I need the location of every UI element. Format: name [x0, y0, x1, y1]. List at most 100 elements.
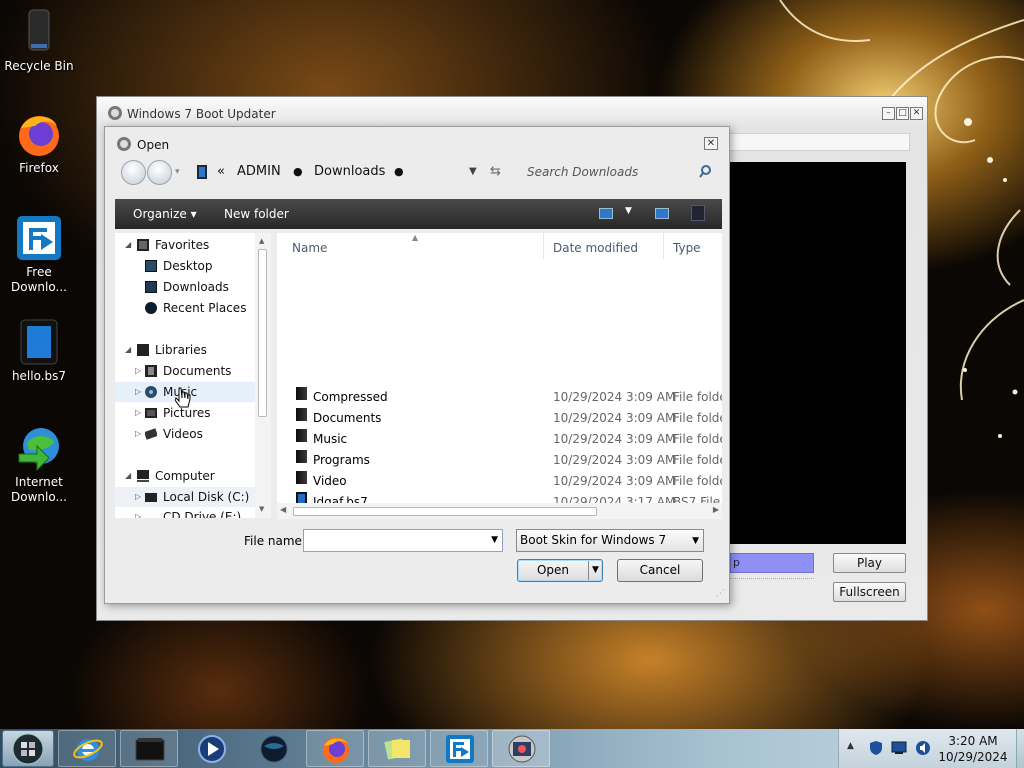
file-name-input[interactable]: ▼	[303, 529, 503, 552]
column-header-name[interactable]: Name	[292, 241, 327, 255]
view-dropdown-icon[interactable]: ▼	[625, 206, 632, 216]
seek-bar[interactable]: p	[730, 553, 814, 573]
navigation-pane[interactable]: ◢ Favorites Desktop Downloads Recent Plac…	[115, 233, 271, 518]
close-button[interactable]: ✕	[910, 107, 923, 120]
new-folder-button[interactable]: New folder	[224, 207, 289, 221]
open-dropdown-icon[interactable]: ▼	[592, 560, 599, 581]
file-row[interactable]: Music 10/29/2024 3:09 AM File folder	[277, 429, 722, 450]
nav-desktop[interactable]: Desktop	[145, 256, 213, 276]
nav-documents[interactable]: ▷ Documents	[135, 361, 231, 381]
file-row[interactable]: Programs 10/29/2024 3:09 AM File folder	[277, 450, 722, 471]
nav-music[interactable]: ▷Music	[115, 382, 271, 402]
show-hidden-icons-icon[interactable]: ▲	[847, 741, 854, 751]
column-header-type[interactable]: Type	[673, 241, 701, 255]
desktop-icon-free-download-manager[interactable]: Free Downlo...	[0, 214, 78, 295]
search-box[interactable]: Search Downloads	[519, 160, 719, 184]
scroll-down-icon[interactable]: ▼	[259, 505, 264, 513]
search-input[interactable]: Search Downloads	[527, 165, 638, 179]
preview-pane-icon[interactable]	[655, 208, 669, 219]
taskbar-firefox[interactable]	[306, 730, 364, 767]
breadcrumb-arrow-icon[interactable]: ●	[293, 165, 303, 178]
music-icon	[145, 384, 157, 398]
organize-button[interactable]: Organize ▾	[133, 207, 197, 221]
file-row[interactable]: Compressed 10/29/2024 3:09 AM File folde…	[277, 387, 722, 408]
pictures-icon	[145, 405, 157, 418]
desktop-icon-hello-bs7[interactable]: hello.bs7	[0, 318, 78, 384]
taskbar-boot-window[interactable]	[120, 730, 178, 767]
refresh-icon[interactable]: ⇆	[490, 164, 501, 179]
desktop-icon-label: Firefox	[19, 161, 59, 175]
breadcrumb-downloads[interactable]: Downloads	[314, 164, 385, 179]
recent-locations-chevron-icon[interactable]: ▾	[175, 167, 180, 177]
desktop-icon-internet-download-manager[interactable]: Internet Downlo...	[0, 424, 78, 505]
file-type-filter[interactable]: Boot Skin for Windows 7 ▼	[516, 529, 704, 552]
internet-download-manager-icon	[15, 424, 63, 472]
view-options-icon[interactable]	[599, 208, 613, 219]
downloads-folder-icon	[145, 281, 157, 293]
nav-downloads[interactable]: Downloads	[145, 277, 229, 297]
scroll-up-icon[interactable]: ▲	[259, 237, 264, 245]
column-header-date[interactable]: Date modified	[553, 241, 638, 255]
desktop-icon-firefox[interactable]: Firefox	[0, 110, 78, 176]
folder-icon	[296, 471, 307, 484]
desktop-icon-recycle-bin[interactable]: Recycle Bin	[0, 8, 78, 74]
scroll-right-icon[interactable]: ▶	[713, 505, 719, 514]
sticky-notes-icon	[384, 738, 410, 760]
file-name-dropdown-icon[interactable]: ▼	[491, 535, 498, 545]
volume-icon[interactable]	[915, 740, 931, 756]
scroll-left-icon[interactable]: ◀	[280, 505, 286, 514]
nav-scroll-thumb[interactable]	[258, 249, 267, 417]
fullscreen-button[interactable]: Fullscreen	[833, 582, 906, 602]
help-icon[interactable]	[691, 205, 705, 221]
play-button[interactable]: Play	[833, 553, 906, 573]
boot-updater-icon	[108, 106, 122, 120]
network-icon[interactable]	[891, 741, 907, 755]
nav-vertical-scrollbar[interactable]: ▲ ▼	[255, 233, 271, 518]
show-desktop-button[interactable]	[1016, 729, 1024, 768]
star-icon	[137, 237, 149, 251]
breadcrumb-arrow-icon[interactable]: ●	[394, 165, 404, 178]
nav-favorites[interactable]: ◢ Favorites	[125, 235, 209, 255]
taskbar-free-download-manager[interactable]	[430, 730, 488, 767]
maximize-button[interactable]: □	[896, 107, 909, 120]
nav-local-disk[interactable]: ▷ Local Disk (C:)	[115, 487, 271, 507]
taskbar-media-player[interactable]	[182, 730, 240, 767]
taskbar-boot-updater[interactable]	[492, 730, 550, 767]
address-dropdown-icon[interactable]: ▼	[469, 166, 477, 177]
taskbar-globe-app[interactable]	[244, 730, 302, 767]
file-scroll-thumb[interactable]	[293, 507, 597, 516]
taskbar-sticky-notes[interactable]	[368, 730, 426, 767]
desktop-folder-icon	[145, 260, 157, 272]
open-dialog[interactable]: Open ✕ ▾ « ADMIN ● Downloads ● ▼ ⇆ Searc…	[104, 126, 730, 604]
file-horizontal-scrollbar[interactable]: ◀ ▶	[277, 503, 722, 519]
dialog-close-button[interactable]: ✕	[704, 137, 718, 150]
globe-app-icon	[260, 735, 288, 763]
clock-time: 3:20 AM	[948, 734, 998, 748]
recycle-bin-icon	[15, 8, 63, 56]
back-button[interactable]	[121, 160, 146, 185]
nav-pictures[interactable]: ▷ Pictures	[135, 403, 211, 423]
nav-computer[interactable]: ◢ Computer	[125, 466, 215, 486]
clock[interactable]: 3:20 AM 10/29/2024	[930, 733, 1016, 765]
resize-grip-icon[interactable]: ⋰	[716, 589, 725, 599]
breadcrumb-admin[interactable]: ADMIN	[237, 164, 281, 179]
forward-button[interactable]	[147, 160, 172, 185]
minimize-button[interactable]: –	[882, 107, 895, 120]
nav-recent-places[interactable]: Recent Places	[145, 298, 246, 318]
filter-dropdown-icon[interactable]: ▼	[692, 531, 699, 551]
file-row[interactable]: Video 10/29/2024 3:09 AM File folder	[277, 471, 722, 492]
nav-cd-drive[interactable]: ▷ CD Drive (E:)	[135, 507, 241, 518]
clock-date: 10/29/2024	[938, 750, 1008, 764]
folder-icon	[296, 450, 307, 463]
search-icon[interactable]	[699, 165, 711, 178]
open-button[interactable]: Open ▼	[517, 559, 603, 582]
nav-videos[interactable]: ▷ Videos	[135, 424, 203, 444]
file-row[interactable]: Documents 10/29/2024 3:09 AM File folder	[277, 408, 722, 429]
action-center-shield-icon[interactable]	[869, 740, 883, 756]
cancel-button[interactable]: Cancel	[617, 559, 703, 582]
file-list[interactable]: Name ▲ Date modified Type Compressed 10/…	[277, 233, 722, 518]
nav-libraries[interactable]: ◢ Libraries	[125, 340, 207, 360]
taskbar-internet-explorer[interactable]	[58, 730, 116, 767]
firefox-icon	[15, 110, 63, 158]
start-button[interactable]	[2, 730, 54, 767]
